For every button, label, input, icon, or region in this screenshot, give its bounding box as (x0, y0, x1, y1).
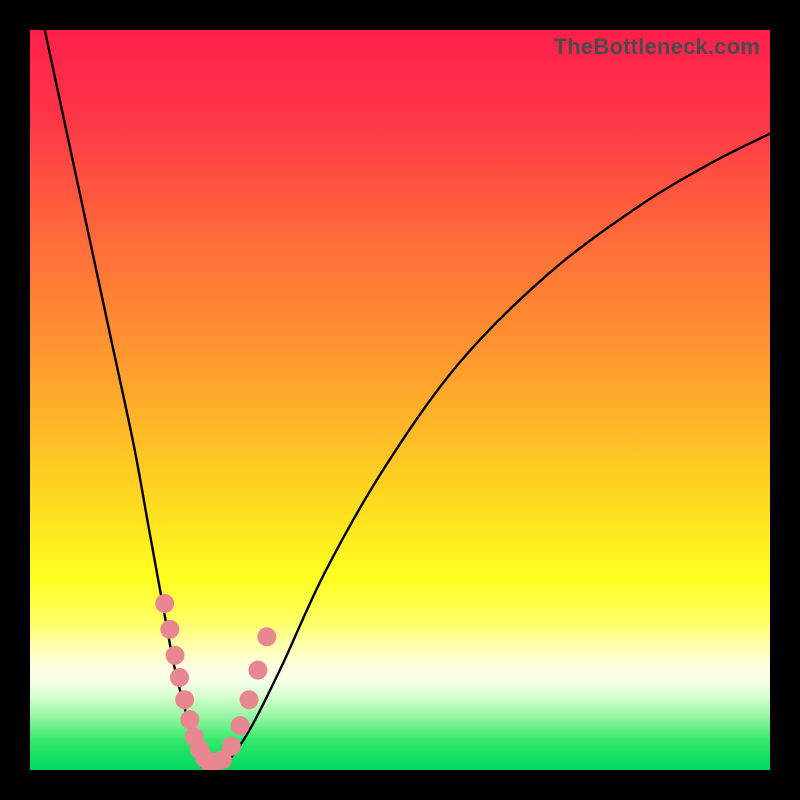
marker-point (180, 710, 199, 729)
bottleneck-curve (45, 30, 770, 767)
marker-point (240, 690, 259, 709)
marker-point (248, 661, 267, 680)
marker-point (160, 620, 179, 639)
watermark-text: TheBottleneck.com (554, 34, 760, 60)
marker-point (175, 690, 194, 709)
chart-frame: TheBottleneck.com (0, 0, 800, 800)
marker-point (231, 716, 250, 735)
curve-layer (30, 30, 770, 770)
marker-point (257, 627, 276, 646)
marker-point (166, 646, 185, 665)
marker-point (155, 594, 174, 613)
highlighted-points (155, 594, 276, 770)
marker-point (170, 668, 189, 687)
plot-area: TheBottleneck.com (30, 30, 770, 770)
marker-point (222, 737, 241, 756)
